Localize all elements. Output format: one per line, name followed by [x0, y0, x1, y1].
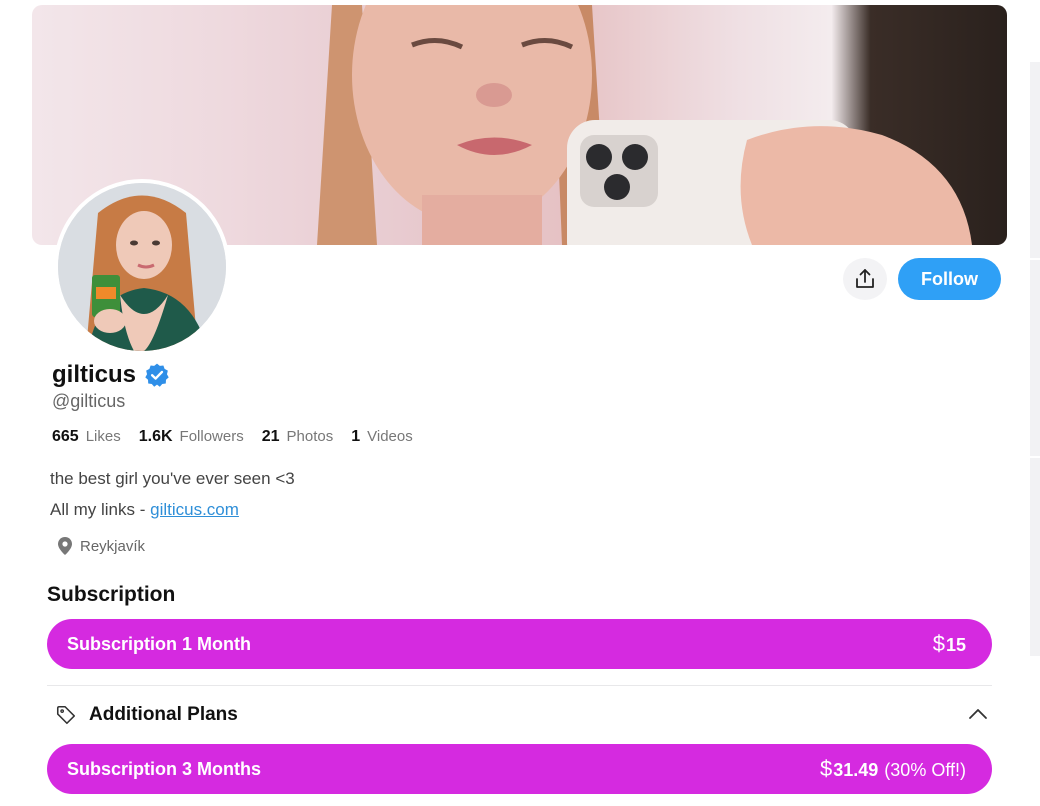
- additional-plans-toggle[interactable]: Additional Plans: [55, 704, 238, 726]
- photos-count[interactable]: 21: [262, 428, 280, 446]
- videos-count[interactable]: 1: [351, 428, 360, 446]
- photos-label[interactable]: Photos: [287, 428, 334, 445]
- additional-plans-heading: Additional Plans: [89, 704, 238, 725]
- currency-symbol: $: [820, 756, 833, 781]
- profile-bio: the best girl you've ever seen <3: [50, 469, 295, 488]
- likes-count: 665: [52, 428, 79, 445]
- plan-discount: (30% Off!): [884, 760, 966, 780]
- divider: [47, 685, 992, 686]
- subscription-3-months-button[interactable]: Subscription 3 Months $ 31.49 (30% Off!): [47, 744, 992, 794]
- price-tag-icon: [56, 705, 76, 725]
- subscription-1-month-button[interactable]: Subscription 1 Month $ 15: [47, 619, 992, 669]
- followers-count[interactable]: 1.6K: [139, 428, 173, 446]
- currency-symbol: $: [932, 631, 945, 656]
- location-text: Reykjavík: [80, 537, 146, 555]
- links-prefix: All my links -: [50, 500, 151, 519]
- share-upload-icon: [856, 269, 874, 288]
- profile-stats: 665 Likes 1.6K Followers 21 Photos 1 Vid…: [52, 428, 431, 446]
- share-button[interactable]: [843, 258, 887, 300]
- verified-badge-icon: [145, 363, 169, 387]
- plan-price: $ 15: [933, 631, 966, 657]
- plan-label: Subscription 3 Months: [67, 758, 262, 779]
- likes-label: Likes: [85, 428, 121, 445]
- profile-handle: @gilticus: [52, 391, 126, 411]
- chevron-up-icon[interactable]: [968, 707, 988, 721]
- plan-label: Subscription 1 Month: [67, 633, 251, 654]
- website-link[interactable]: gilticus.com: [150, 500, 239, 519]
- profile-location: Reykjavík: [58, 537, 145, 555]
- follow-button[interactable]: Follow: [898, 258, 1001, 300]
- followers-label[interactable]: Followers: [180, 428, 244, 445]
- subscription-heading: Subscription: [47, 583, 176, 606]
- videos-label[interactable]: Videos: [367, 428, 413, 445]
- plan-amount: 31.49: [833, 760, 879, 780]
- plan-price: $ 31.49 (30% Off!): [820, 756, 966, 782]
- avatar-image: [58, 183, 226, 351]
- right-panel-separator: [1030, 456, 1040, 458]
- right-panel-edge: [1030, 62, 1040, 656]
- profile-name-row: gilticus: [52, 361, 170, 389]
- profile-name: gilticus: [52, 361, 137, 388]
- plan-amount: 15: [945, 635, 966, 655]
- avatar[interactable]: [54, 179, 230, 355]
- profile-links: All my links - gilticus.com: [50, 500, 239, 520]
- location-pin-icon: [58, 537, 72, 555]
- right-panel-separator: [1030, 258, 1040, 260]
